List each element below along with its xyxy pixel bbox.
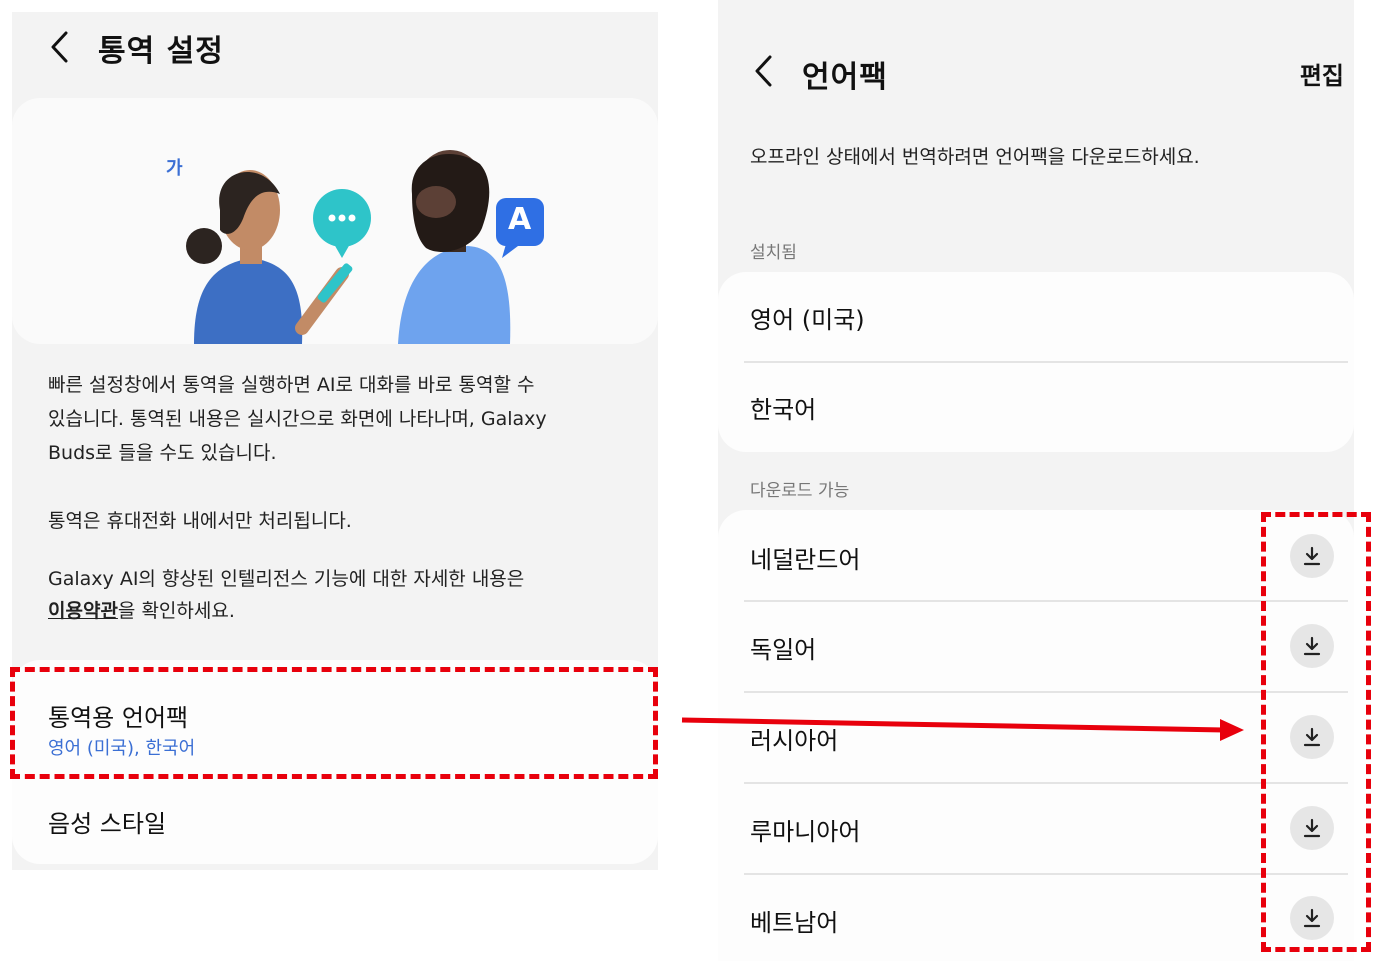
installed-item[interactable]: 한국어: [750, 390, 816, 425]
available-item[interactable]: 독일어: [750, 630, 816, 665]
description-line-3: Buds로 들을 수도 있습니다.: [48, 442, 277, 464]
terms-link[interactable]: 이용약관: [48, 600, 118, 622]
highlight-box-language-pack: [10, 667, 658, 779]
terms-suffix: 을 확인하세요.: [117, 600, 235, 622]
offline-description: 오프라인 상태에서 번역하려면 언어팩을 다운로드하세요.: [750, 146, 1200, 168]
installed-section-header: 설치됨: [750, 243, 797, 263]
divider: [744, 361, 1348, 363]
illustration-card: 가 A: [12, 98, 658, 344]
red-arrow-annotation: [681, 717, 1244, 741]
voice-style-item[interactable]: 음성 스타일: [12, 784, 658, 854]
page-title: 언어팩: [802, 60, 888, 95]
conversation-illustration: [186, 150, 544, 344]
back-arrow-icon[interactable]: [752, 54, 776, 88]
english-char-bubble: A: [508, 202, 532, 237]
available-item[interactable]: 네덜란드어: [750, 540, 860, 575]
divider: [744, 782, 1348, 784]
available-item[interactable]: 루마니아어: [750, 812, 860, 847]
description-line-1: 빠른 설정창에서 통역을 실행하면 AI로 대화를 바로 통역할 수: [48, 374, 535, 396]
available-item[interactable]: 베트남어: [750, 903, 838, 938]
voice-style-title: 음성 스타일: [48, 810, 167, 838]
available-section-header: 다운로드 가능: [750, 481, 850, 501]
description-line-2: 있습니다. 통역된 내용은 실시간으로 화면에 나타나며, Galaxy: [48, 408, 547, 430]
terms-line: 이용약관을 확인하세요.: [48, 594, 235, 628]
back-arrow-icon[interactable]: [48, 30, 72, 64]
korean-char-bubble: 가: [166, 158, 183, 179]
installed-item[interactable]: 영어 (미국): [750, 300, 865, 335]
divider: [744, 600, 1348, 602]
galaxy-ai-note: Galaxy AI의 향상된 인텔리전스 기능에 대한 자세한 내용은: [48, 568, 525, 590]
installed-list: 영어 (미국) 한국어: [718, 272, 1354, 452]
divider: [744, 873, 1348, 875]
language-packs-screen: 언어팩 편집 오프라인 상태에서 번역하려면 언어팩을 다운로드하세요. 설치됨…: [718, 0, 1354, 961]
page-title: 통역 설정: [98, 34, 224, 69]
highlight-box-download-buttons: [1261, 512, 1371, 952]
on-device-note: 통역은 휴대전화 내에서만 처리됩니다.: [48, 510, 352, 532]
divider: [744, 691, 1348, 693]
edit-button[interactable]: 편집: [1300, 56, 1344, 91]
